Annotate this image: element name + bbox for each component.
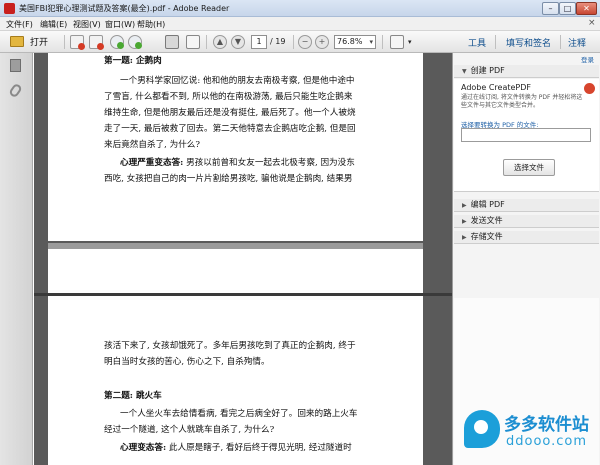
watermark: 多多软件站 ddooo.com: [464, 406, 600, 462]
zoom-in-button[interactable]: +: [315, 35, 329, 49]
section-title: 发送文件: [470, 216, 503, 225]
document-line: 经过一个隧道, 这个人就跳车自杀了, 为什么?: [104, 425, 275, 435]
toolbar-divider: [64, 35, 65, 49]
menu-bar: 文件(F) 编辑(E) 视图(V) 窗口(W) 帮助(H) ×: [0, 17, 600, 31]
page-number-input[interactable]: 1: [251, 35, 267, 49]
window-title: 美国FBI犯罪心理测试题及答案(最全).pdf - Adobe Reader: [19, 4, 230, 13]
folder-icon: [10, 36, 24, 47]
send-file-section[interactable]: ▶ 发送文件: [454, 215, 599, 228]
question-2-heading: 第二题: 跳火车: [104, 391, 162, 401]
open-button[interactable]: 打开: [10, 34, 60, 50]
edit-pdf-section[interactable]: ▶ 编辑 PDF: [454, 199, 599, 212]
question-1-heading: 第一题: 企鹅肉: [104, 56, 162, 66]
document-line: 西吃, 女孩把自己的肉一片片割给男孩吃, 骗他说是企鹅肉, 结果男: [104, 174, 353, 184]
tools-tab[interactable]: 工具: [468, 36, 486, 49]
zoom-select[interactable]: 76.8% ▾: [334, 35, 376, 49]
document-line: 一个男科学家回忆说: 他和他的朋友去南极考察, 但是他中途中: [120, 76, 355, 86]
document-line: 一个人坐火车去给情看病, 看完之后病全好了。回来的路上火车: [120, 409, 358, 419]
zoom-out-button[interactable]: −: [298, 35, 312, 49]
menu-window[interactable]: 窗口(W): [105, 19, 135, 30]
zoom-value: 76.8%: [337, 37, 363, 46]
page-total: / 19: [270, 37, 286, 46]
previous-page-button[interactable]: ▲: [213, 35, 227, 49]
minimize-button[interactable]: –: [542, 2, 559, 15]
toolbar-divider: [206, 35, 207, 49]
answer-label: 心理严重变态答:: [120, 158, 184, 168]
pdf-page: 第一题: 企鹅肉 一个男科学家回忆说: 他和他的朋友去南极考察, 但是他中途中 …: [48, 53, 423, 241]
document-line: 了雪盲, 什么都看不到, 所以他的在南极游荡, 最后只能生吃企鹅来: [104, 92, 353, 102]
email-icon[interactable]: [186, 35, 200, 49]
title-bar: 美国FBI犯罪心理测试题及答案(最全).pdf - Adobe Reader –…: [0, 0, 600, 17]
expand-right-icon: ▶: [462, 202, 467, 209]
acrobat-icon: [584, 83, 595, 94]
fit-page-icon[interactable]: [390, 35, 404, 49]
toolbar-more-icon[interactable]: ▾: [408, 35, 418, 49]
tools-panel: 登录 ▼ 创建 PDF Adobe CreatePDF 通过在线订阅, 将文件转换…: [452, 53, 600, 465]
section-title: 编辑 PDF: [470, 200, 505, 209]
fill-sign-tab[interactable]: 填写和签名: [506, 36, 551, 49]
expand-right-icon: ▶: [462, 218, 467, 225]
login-link[interactable]: 登录: [581, 54, 594, 64]
document-view[interactable]: 第一题: 企鹅肉 一个男科学家回忆说: 他和他的朋友去南极考察, 但是他中途中 …: [34, 53, 452, 465]
create-pdf-icon[interactable]: [70, 35, 85, 50]
toolbar: 打开 ▲ ▼ 1 / 19 − + 76.8% ▾ ▾ 工具 填写和签名 注释: [0, 31, 600, 53]
document-line: 来后竟然自杀了, 为什么?: [104, 140, 201, 150]
close-document-icon[interactable]: ×: [588, 18, 596, 28]
chevron-down-icon: ▾: [369, 38, 373, 46]
open-label: 打开: [30, 38, 49, 48]
toolbar-divider: [495, 35, 496, 49]
createpdf-description: 通过在线订阅, 将文件转换为 PDF 并轻松将这些文件与其它文件类型合并。: [461, 94, 583, 109]
menu-view[interactable]: 视图(V): [73, 19, 101, 30]
cloud-icon[interactable]: [128, 35, 142, 49]
select-file-button[interactable]: 选择文件: [503, 159, 555, 176]
createpdf-title: Adobe CreatePDF: [461, 83, 532, 92]
upload-icon[interactable]: [110, 35, 124, 49]
store-file-section[interactable]: ▶ 存储文件: [454, 231, 599, 244]
watermark-name: 多多软件站: [504, 415, 589, 435]
menu-file[interactable]: 文件(F): [6, 19, 33, 30]
section-title: 存储文件: [470, 232, 503, 241]
pages-icon[interactable]: [10, 59, 21, 72]
combine-pdf-icon[interactable]: [89, 35, 104, 50]
expand-down-icon: ▼: [462, 68, 467, 75]
navigation-pane: [0, 53, 33, 465]
close-button[interactable]: ✕: [576, 2, 597, 15]
adobe-reader-icon: [4, 3, 15, 14]
file-path-input[interactable]: [461, 128, 591, 142]
comment-tab[interactable]: 注释: [568, 36, 586, 49]
paperclip-icon[interactable]: [8, 82, 23, 99]
toolbar-divider: [560, 35, 561, 49]
printer-icon[interactable]: [165, 35, 179, 49]
next-page-button[interactable]: ▼: [231, 35, 245, 49]
toolbar-divider: [293, 35, 294, 49]
pdf-page: [48, 249, 423, 293]
ddooo-logo-icon: [464, 410, 500, 448]
watermark-url: ddooo.com: [506, 434, 588, 449]
document-line: 孩活下来了, 女孩却饿死了。多年后男孩吃到了真正的企鹅肉, 终于: [104, 341, 356, 351]
document-line: 维持生命, 但是他朋友最后还是没有挺住, 最后死了。他一个人被烧: [104, 108, 356, 118]
document-line: 此人原是瞎子, 看好后终于得见光明, 经过隧道时: [168, 443, 352, 453]
expand-right-icon: ▶: [462, 234, 467, 241]
maximize-button[interactable]: □: [559, 2, 576, 15]
document-line: 明白当时女孩的苦心, 伤心之下, 自杀殉情。: [104, 357, 270, 367]
create-pdf-section[interactable]: ▼ 创建 PDF: [454, 65, 599, 78]
pdf-page: 孩活下来了, 女孩却饿死了。多年后男孩吃到了真正的企鹅肉, 终于 明白当时女孩的…: [48, 296, 423, 465]
document-line: 男孩以前曾和女友一起去北极考察, 因为没东: [186, 158, 355, 168]
answer-label: 心理变态答:: [120, 443, 167, 453]
toolbar-divider: [382, 35, 383, 49]
create-pdf-panel: Adobe CreatePDF 通过在线订阅, 将文件转换为 PDF 并轻松将这…: [454, 79, 599, 192]
menu-edit[interactable]: 编辑(E): [40, 19, 67, 30]
menu-help[interactable]: 帮助(H): [137, 19, 165, 30]
section-title: 创建 PDF: [470, 66, 505, 75]
document-line: 走了一天, 最后被救了回去。第二天他特意去企鹅店吃企鹅, 但是回: [104, 124, 356, 134]
